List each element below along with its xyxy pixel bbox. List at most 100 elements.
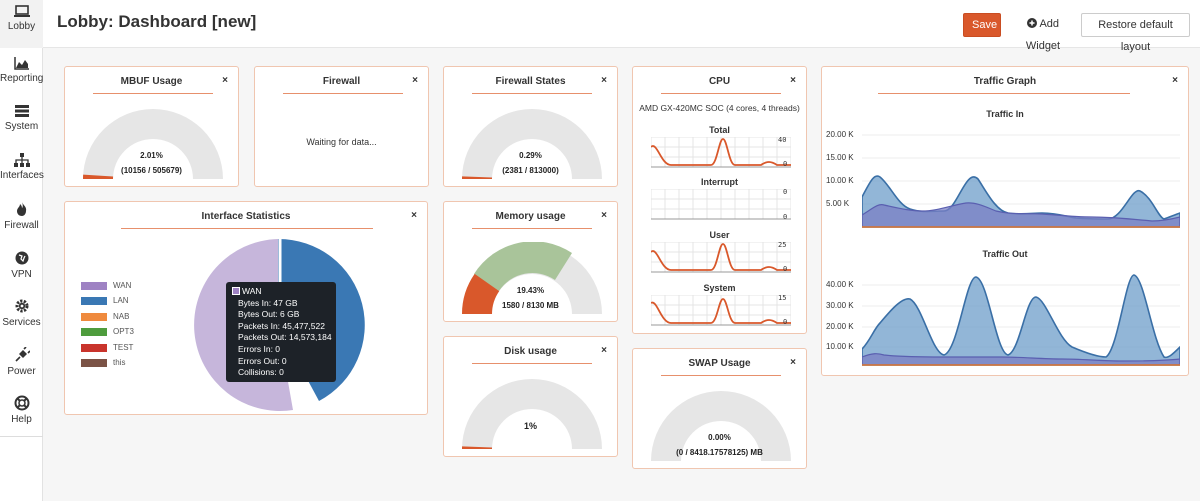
widget-title: Disk usage bbox=[504, 346, 557, 357]
axis-tick: 10.00 K bbox=[826, 342, 854, 351]
close-icon[interactable]: × bbox=[1172, 75, 1178, 86]
gauge-detail: (10156 / 505679) bbox=[121, 166, 182, 175]
axis-tick: 5.00 K bbox=[826, 199, 850, 208]
close-icon[interactable]: × bbox=[601, 75, 607, 86]
tooltip-line: Collisions: 0 bbox=[238, 367, 284, 378]
disk-widget: Disk usage × 1% bbox=[443, 336, 618, 457]
sidebar-item-reporting[interactable]: Reporting bbox=[0, 52, 43, 100]
legend-swatch bbox=[81, 282, 107, 290]
gauge-segment-cache bbox=[474, 242, 572, 291]
axis-tick: 30.00 K bbox=[826, 301, 854, 310]
traffic-graph-widget: Traffic Graph × Traffic In 20.00 K 15.00… bbox=[821, 66, 1189, 376]
cpu-max: 0 bbox=[783, 188, 788, 196]
sidebar-item-firewall[interactable]: Firewall bbox=[0, 197, 43, 245]
traffic-out-chart bbox=[862, 274, 1180, 366]
sidebar-item-interfaces[interactable]: Interfaces bbox=[0, 149, 44, 197]
tooltip-line: Errors Out: 0 bbox=[238, 355, 287, 366]
firewall-widget: Firewall × Waiting for data... bbox=[254, 66, 429, 187]
gauge-detail: 1580 / 8130 MB bbox=[502, 301, 559, 310]
add-widget-button[interactable]: Add Widget bbox=[1005, 13, 1081, 52]
sidebar-item-services[interactable]: Services bbox=[0, 294, 43, 342]
close-icon[interactable]: × bbox=[601, 210, 607, 221]
traffic-out-area-lan bbox=[862, 274, 1180, 366]
title-underline bbox=[878, 93, 1130, 94]
axis-tick: 40.00 K bbox=[826, 280, 854, 289]
sidebar-item-vpn[interactable]: VPN bbox=[0, 246, 43, 294]
cpu-min: 0 bbox=[783, 160, 788, 168]
page-header: Lobby: Dashboard [new] Save Add Widget R… bbox=[43, 0, 1200, 53]
sidebar-item-power[interactable]: Power bbox=[0, 343, 43, 391]
title-underline bbox=[121, 228, 373, 229]
cpu-chart-label: Interrupt bbox=[701, 177, 738, 187]
fire-icon bbox=[16, 202, 26, 216]
legend-swatch bbox=[81, 297, 107, 305]
close-icon[interactable]: × bbox=[412, 75, 418, 86]
page-title: Lobby: Dashboard [new] bbox=[57, 12, 257, 31]
area-chart-icon bbox=[13, 57, 29, 70]
cpu-chart-label: Total bbox=[709, 125, 730, 135]
close-icon[interactable]: × bbox=[790, 75, 796, 86]
title-underline bbox=[472, 363, 592, 364]
title-underline bbox=[661, 93, 781, 94]
cpu-min: 0 bbox=[783, 265, 788, 273]
close-icon[interactable]: × bbox=[411, 210, 417, 221]
close-icon[interactable]: × bbox=[222, 75, 228, 86]
sidebar-item-label: Lobby bbox=[7, 21, 36, 32]
tooltip-title: WAN bbox=[242, 286, 262, 296]
legend-swatch bbox=[81, 328, 107, 336]
legend-label: LAN bbox=[113, 296, 129, 305]
legend-label: WAN bbox=[113, 281, 132, 290]
gauge-percent: 19.43% bbox=[516, 286, 545, 295]
traffic-out-title: Traffic Out bbox=[982, 249, 1028, 259]
sidebar-item-help[interactable]: Help bbox=[0, 391, 43, 439]
widget-title: SWAP Usage bbox=[688, 358, 751, 369]
sidebar-item-label: Help bbox=[11, 414, 32, 425]
cpu-widget: CPU × AMD GX-420MC SOC (4 cores, 4 threa… bbox=[632, 66, 807, 334]
widget-title: Interface Statistics bbox=[201, 211, 291, 222]
server-icon bbox=[14, 105, 29, 117]
tooltip-line: Bytes Out: 6 GB bbox=[238, 309, 300, 320]
cpu-chart-label: System bbox=[703, 283, 736, 293]
traffic-in-chart bbox=[862, 134, 1180, 228]
sidebar-item-label: System bbox=[4, 121, 39, 132]
sidebar-item-lobby[interactable]: Lobby bbox=[0, 0, 43, 48]
lifebuoy-icon bbox=[14, 395, 29, 411]
sidebar: Lobby Reporting System Interfaces Firewa… bbox=[0, 0, 44, 501]
sidebar-item-label: Reporting bbox=[0, 73, 44, 84]
sidebar-divider bbox=[0, 436, 43, 437]
sidebar-item-system[interactable]: System bbox=[0, 100, 43, 148]
tooltip-line: Packets Out: 14,573,184 bbox=[238, 332, 332, 343]
restore-layout-button[interactable]: Restore default layout bbox=[1081, 13, 1190, 53]
cpu-min: 0 bbox=[783, 318, 788, 326]
sidebar-item-label: Interfaces bbox=[0, 170, 44, 181]
widget-title: Traffic Graph bbox=[973, 76, 1037, 87]
cpu-min: 0 bbox=[783, 213, 788, 221]
legend-swatch bbox=[81, 344, 107, 352]
gauge-percent: 0.00% bbox=[708, 433, 731, 442]
cog-icon bbox=[15, 299, 28, 313]
close-icon[interactable]: × bbox=[601, 345, 607, 356]
axis-tick: 15.00 K bbox=[826, 153, 854, 162]
title-underline bbox=[472, 93, 592, 94]
tooltip-line: Packets In: 45,477,522 bbox=[238, 320, 325, 331]
axis-tick: 20.00 K bbox=[826, 130, 854, 139]
cpu-interrupt-chart bbox=[651, 189, 791, 220]
legend-swatch bbox=[81, 313, 107, 321]
tooltip-line: Errors In: 0 bbox=[238, 343, 281, 354]
disk-gauge bbox=[462, 379, 602, 449]
laptop-icon bbox=[13, 5, 30, 17]
gauge-detail: (0 / 8418.17578125) MB bbox=[676, 448, 763, 457]
cpu-system-chart bbox=[651, 295, 791, 326]
tooltip-line: Bytes In: 47 GB bbox=[238, 297, 298, 308]
legend-label: TEST bbox=[113, 343, 134, 352]
cpu-total-chart bbox=[651, 137, 791, 168]
save-button[interactable]: Save bbox=[963, 13, 1001, 37]
legend-swatch bbox=[81, 359, 107, 367]
firewall-status: Waiting for data... bbox=[306, 137, 377, 147]
close-icon[interactable]: × bbox=[790, 357, 796, 368]
cpu-max: 25 bbox=[778, 241, 787, 249]
title-underline bbox=[472, 228, 592, 229]
cpu-model: AMD GX-420MC SOC (4 cores, 4 threads) bbox=[639, 103, 800, 113]
sidebar-item-label: Power bbox=[7, 366, 36, 377]
title-underline bbox=[283, 93, 403, 94]
